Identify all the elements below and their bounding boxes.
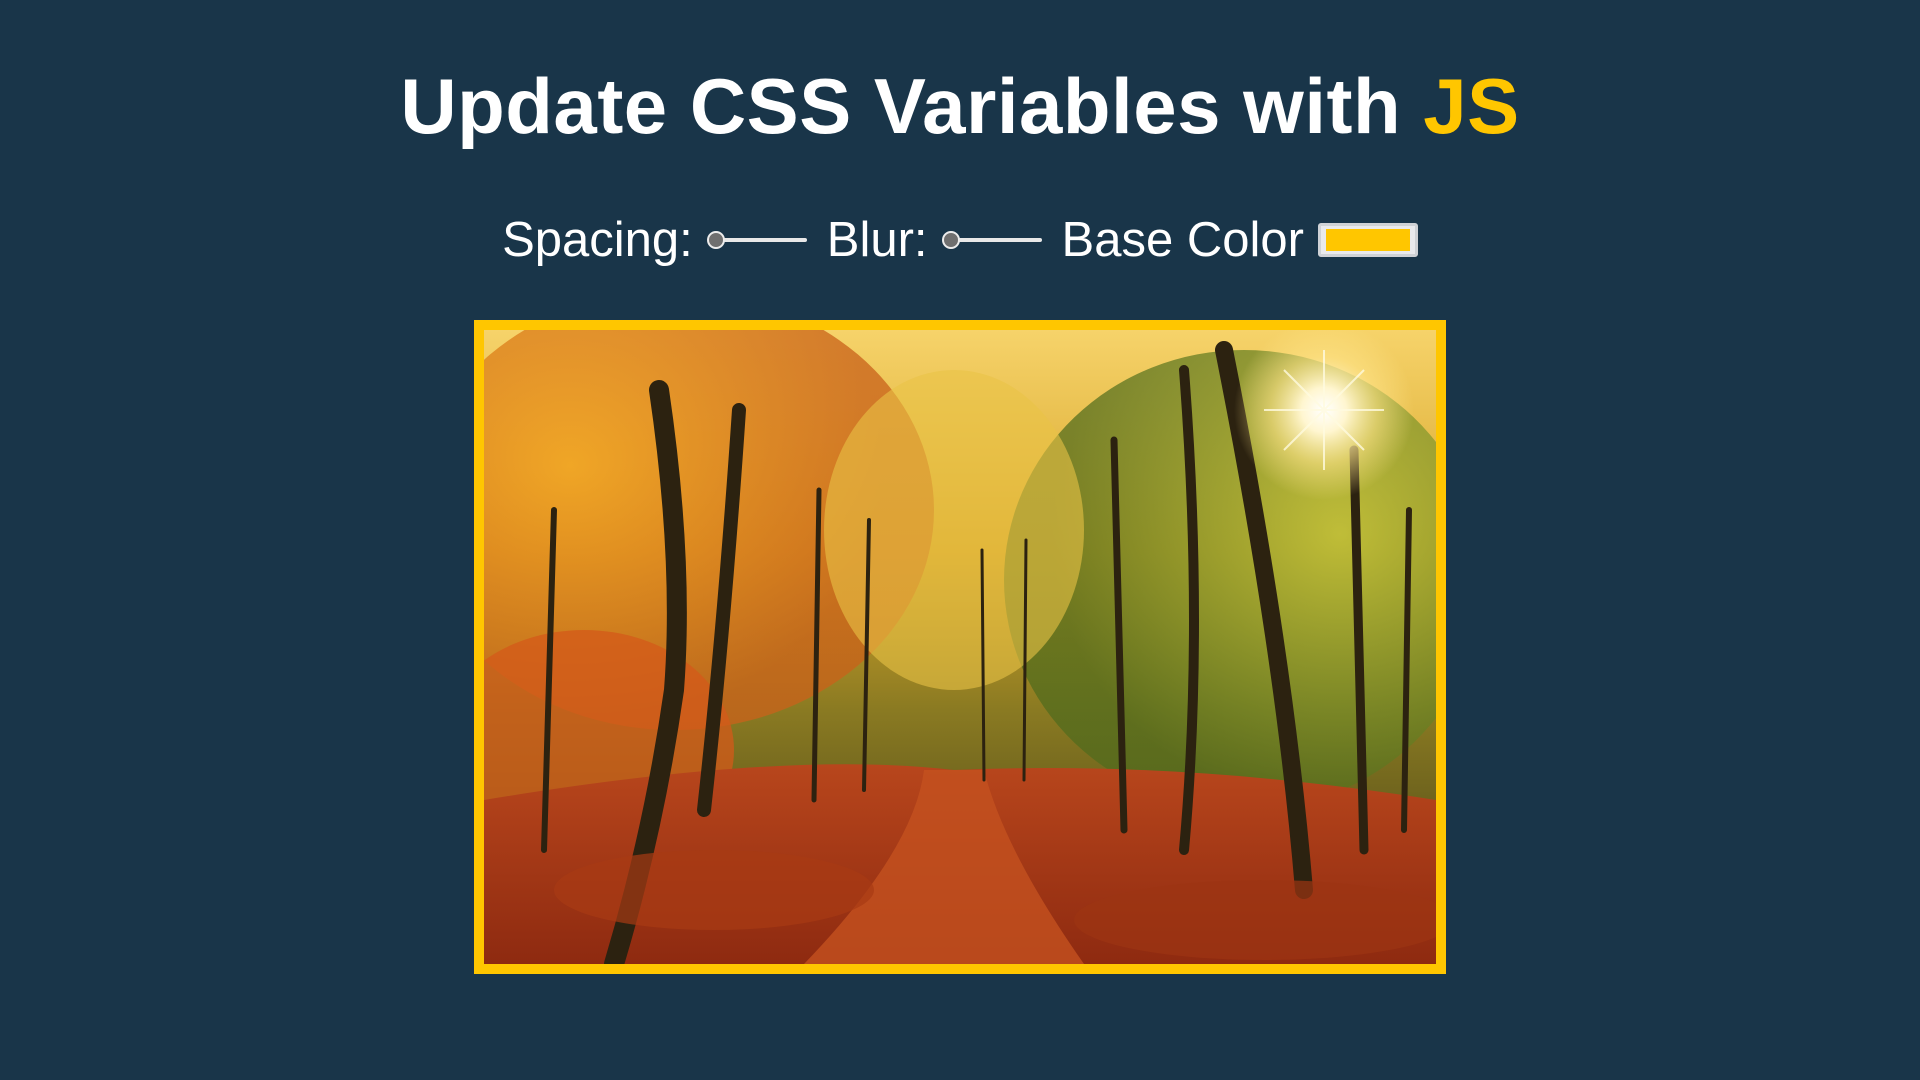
title-highlight: JS [1423,62,1520,150]
spacing-slider-track [710,238,807,242]
title-text: Update CSS Variables with [400,62,1424,150]
blur-slider-thumb[interactable] [941,231,960,249]
spacing-control: Spacing: [502,210,827,270]
spacing-slider[interactable] [706,228,811,252]
blur-control: Blur: [827,210,1062,270]
base-color-control: Base Color [1062,210,1418,270]
spacing-label: Spacing: [502,213,693,267]
base-color-picker[interactable] [1317,223,1418,257]
spacing-slider-thumb[interactable] [706,231,725,249]
blur-label: Blur: [826,213,928,267]
page-title: Update CSS Variables with JS [0,62,1920,150]
controls-bar: Spacing: Blur: Base Color [0,210,1920,270]
base-color-swatch [1325,229,1410,251]
image-frame [474,320,1446,974]
forest-image [484,330,1436,964]
base-color-label: Base Color [1061,213,1304,267]
blur-slider-track [945,238,1042,242]
blur-slider[interactable] [941,228,1046,252]
